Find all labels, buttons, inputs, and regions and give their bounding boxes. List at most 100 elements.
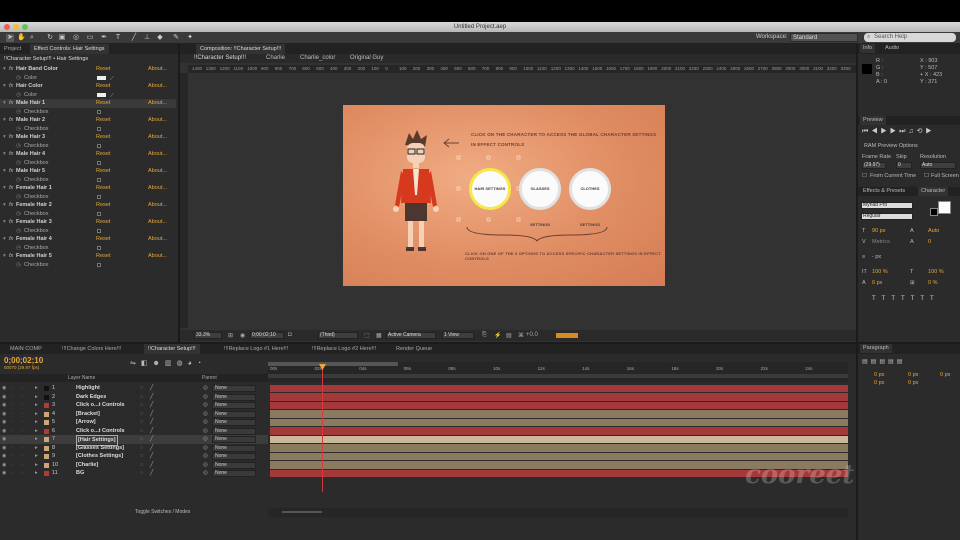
quality-switch-icon[interactable]: ╱	[150, 410, 153, 419]
tsume-value[interactable]: 0 %	[928, 280, 937, 286]
layer-row[interactable]: ◉ · · ▸ 1 Highlight ◌ ╱ ◎ None	[0, 384, 268, 393]
faux-italic-button[interactable]: T	[882, 296, 892, 302]
reset-link[interactable]: Reset	[96, 252, 110, 261]
twirl-icon[interactable]: ▸	[35, 427, 38, 436]
checkbox[interactable]	[97, 262, 101, 267]
twirl-icon[interactable]: ▾	[3, 218, 6, 227]
effect-param-row[interactable]: ◷ Checkbox	[0, 261, 176, 270]
layer-row[interactable]: ◉ · · ▸ 10 [Charlie] ◌ ╱ ◎ None	[0, 461, 268, 470]
layer-row[interactable]: ◉ · · ▸ 9 [Clothes Settings] ◌ ╱ ◎ None	[0, 452, 268, 461]
lock-icon[interactable]: ·	[22, 384, 24, 393]
about-link[interactable]: About...	[148, 150, 167, 159]
stopwatch-icon[interactable]: ◷	[16, 210, 21, 219]
lock-icon[interactable]: ·	[22, 461, 24, 470]
tab-info[interactable]: Info	[860, 44, 876, 53]
shy-switch-icon[interactable]: ◌	[140, 427, 143, 436]
pen-tool-icon[interactable]: ✒	[100, 34, 108, 42]
label-color-swatch[interactable]	[44, 411, 49, 417]
reset-link[interactable]: Reset	[96, 235, 110, 244]
twirl-icon[interactable]: ▾	[3, 65, 6, 74]
layer-row[interactable]: ◉ · · ▸ 2 Dark Edges ◌ ╱ ◎ None	[0, 393, 268, 402]
layer-name[interactable]: Click o...t Controls	[76, 401, 125, 410]
pick-whip-icon[interactable]: ◎	[203, 461, 208, 470]
stopwatch-icon[interactable]: ◷	[16, 159, 21, 168]
twirl-icon[interactable]: ▸	[35, 444, 38, 453]
shy-switch-icon[interactable]: ◌	[140, 435, 143, 444]
faux-bold-button[interactable]: T	[872, 296, 882, 302]
reset-link[interactable]: Reset	[96, 150, 110, 159]
zoom-window-button[interactable]	[22, 24, 28, 30]
parent-select[interactable]: None	[212, 461, 256, 469]
lock-icon[interactable]: ·	[22, 418, 24, 427]
draft-3d-icon[interactable]: ◧	[141, 360, 153, 367]
active-camera-select[interactable]: Active Camera	[386, 332, 436, 339]
fx-toggle-icon[interactable]: fx	[9, 82, 13, 91]
effect-row[interactable]: ▾ fx Male Hair 4 Reset About...	[0, 150, 176, 159]
col-parent[interactable]: Parent	[202, 375, 217, 381]
about-link[interactable]: About...	[148, 99, 167, 108]
checkbox[interactable]	[97, 211, 101, 216]
layer-duration-bar[interactable]	[270, 401, 848, 409]
effect-param-row[interactable]: ◷ Checkbox	[0, 142, 176, 151]
label-color-swatch[interactable]	[44, 454, 49, 459]
shy-switch-icon[interactable]: ◌	[140, 444, 143, 453]
quality-switch-icon[interactable]: ╱	[150, 401, 153, 410]
visibility-eye-icon[interactable]: ◉	[2, 444, 6, 453]
effect-param-row[interactable]: ◷ Checkbox	[0, 210, 176, 219]
brainstorm-icon[interactable]: ◔	[197, 360, 206, 367]
pick-whip-icon[interactable]: ◎	[203, 444, 208, 453]
vertical-scale-value[interactable]: 100 %	[872, 269, 888, 275]
parent-select[interactable]: None	[212, 402, 256, 409]
stopwatch-icon[interactable]: ◷	[16, 125, 21, 134]
hair-settings-button[interactable]: HAIR SETTINGS	[469, 168, 511, 210]
layer-duration-bar[interactable]	[270, 384, 848, 392]
skip-field[interactable]: 0	[896, 162, 912, 169]
baseline-value[interactable]: 0 px	[872, 280, 882, 286]
subscript-button[interactable]: T	[930, 296, 940, 302]
checkbox[interactable]	[97, 194, 101, 199]
shy-switch-icon[interactable]: ◌	[140, 418, 143, 427]
fx-toggle-icon[interactable]: fx	[9, 116, 13, 125]
shy-switch-icon[interactable]: ◌	[140, 469, 143, 478]
shy-switch-icon[interactable]: ◌	[140, 410, 143, 419]
rotate-tool-icon[interactable]: ↻	[46, 34, 54, 42]
lock-icon[interactable]: ·	[22, 393, 24, 402]
quality-switch-icon[interactable]: ╱	[150, 469, 153, 478]
twirl-icon[interactable]: ▾	[3, 167, 6, 176]
visibility-eye-icon[interactable]: ◉	[2, 393, 6, 402]
parent-select[interactable]: None	[212, 427, 256, 435]
pick-whip-icon[interactable]: ◎	[203, 401, 208, 410]
breadcrumb-item[interactable]: Charlie_color	[300, 55, 335, 61]
twirl-icon[interactable]: ▸	[35, 452, 38, 461]
parent-select[interactable]: None	[212, 410, 256, 418]
exposure-value[interactable]: +0.0	[526, 332, 538, 338]
audio-toggle-icon[interactable]: ·	[12, 418, 14, 427]
fx-toggle-icon[interactable]: fx	[9, 99, 13, 108]
layer-duration-bar[interactable]	[270, 418, 848, 426]
effect-row[interactable]: ▾ fx Male Hair 5 Reset About...	[0, 167, 176, 176]
snapshot-icon[interactable]: ◉	[240, 332, 245, 339]
grid-icon[interactable]: ⊞	[228, 332, 233, 339]
roto-brush-tool-icon[interactable]: ✎	[172, 34, 180, 42]
timeline-icon[interactable]: ▤	[506, 332, 512, 339]
ram-preview-icon[interactable]: ▶	[926, 128, 935, 135]
effect-row[interactable]: ▾ fx Female Hair 3 Reset About...	[0, 218, 176, 227]
audio-toggle-icon[interactable]: ·	[12, 427, 14, 436]
minimize-window-button[interactable]	[13, 24, 19, 30]
breadcrumb-item[interactable]: Original Guy	[350, 55, 383, 61]
audio-toggle-icon[interactable]: ·	[12, 469, 14, 478]
kerning-value[interactable]: Metrics	[872, 239, 890, 245]
visibility-eye-icon[interactable]: ◉	[2, 384, 6, 393]
quality-switch-icon[interactable]: ╱	[150, 427, 153, 436]
align-left-icon[interactable]: ▤	[862, 359, 871, 365]
parent-select[interactable]: None	[212, 393, 256, 401]
twirl-icon[interactable]: ▾	[3, 252, 6, 261]
audio-toggle-icon[interactable]: ·	[12, 401, 14, 410]
about-link[interactable]: About...	[148, 184, 167, 193]
about-link[interactable]: About...	[148, 65, 167, 74]
visibility-eye-icon[interactable]: ◉	[2, 452, 6, 461]
twirl-icon[interactable]: ▸	[35, 401, 38, 410]
region-icon[interactable]: ⬚	[364, 332, 370, 339]
tab-character[interactable]: Character	[918, 187, 949, 196]
camera-tool-icon[interactable]: ▣	[58, 34, 66, 42]
